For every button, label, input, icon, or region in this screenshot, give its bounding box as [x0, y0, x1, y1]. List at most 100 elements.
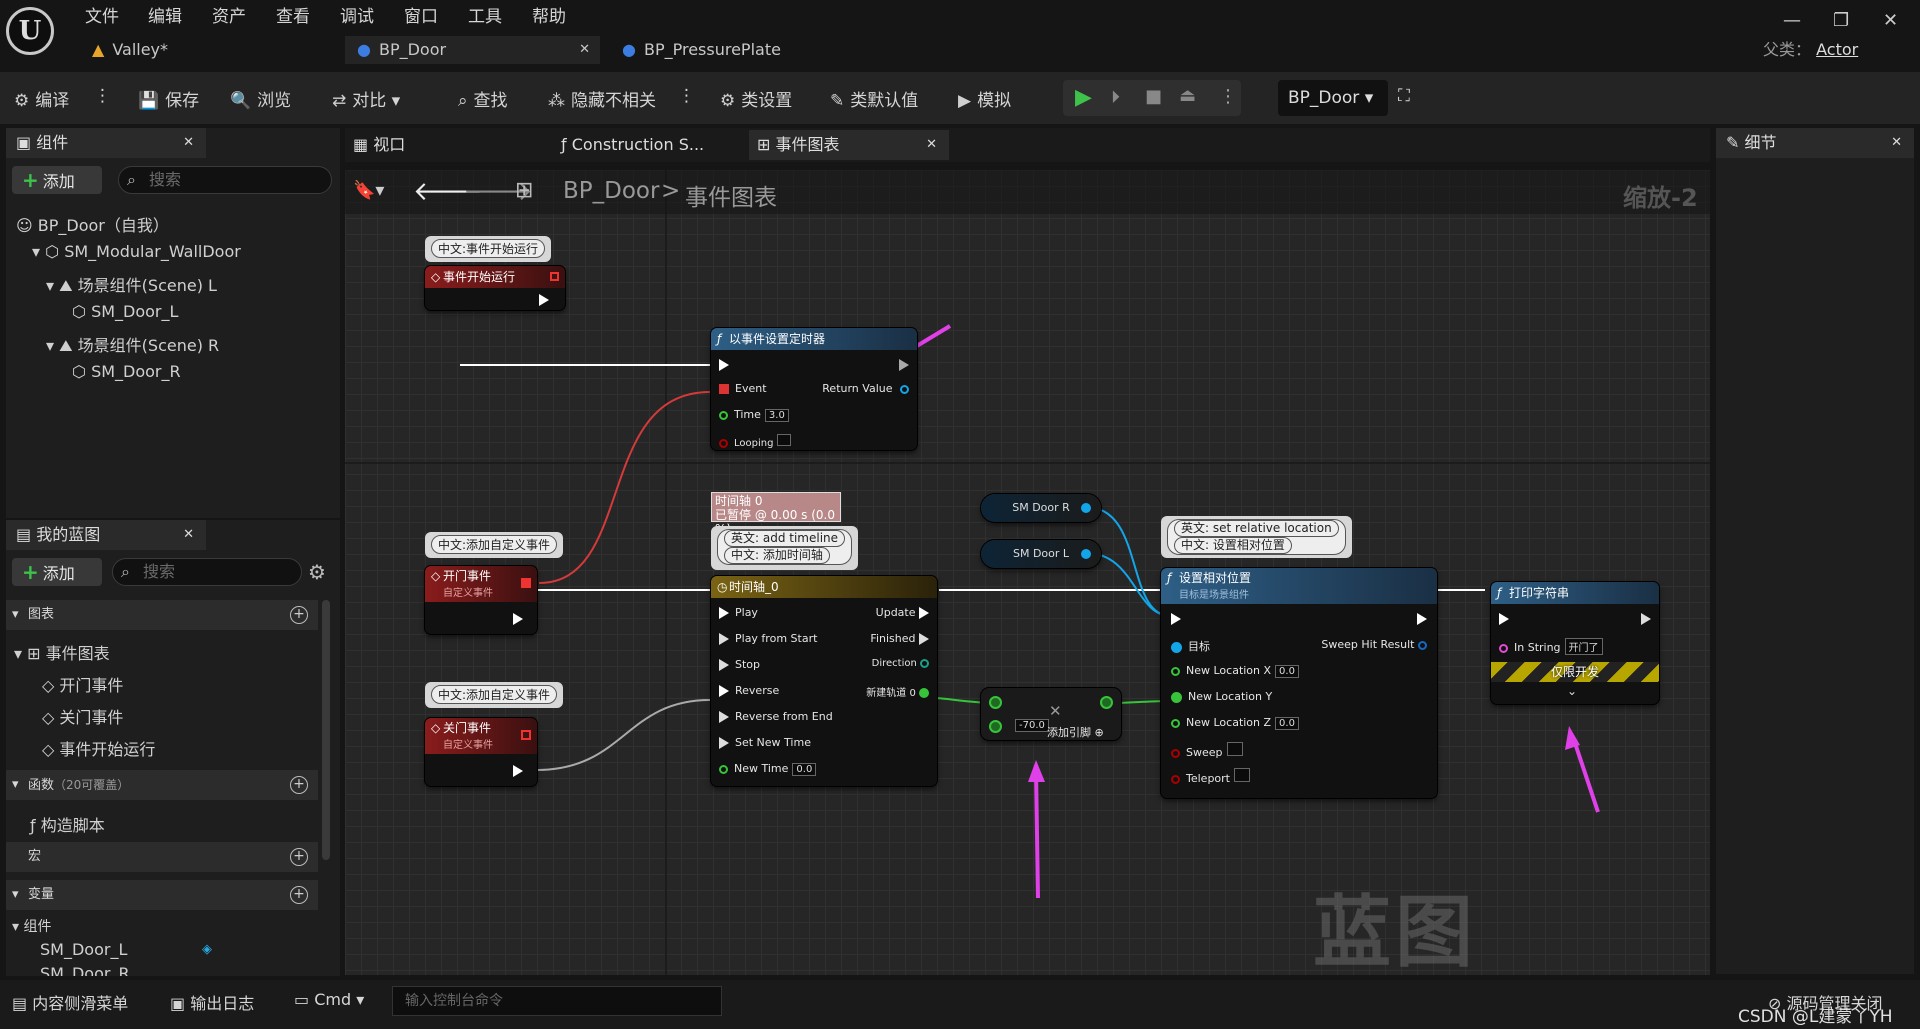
tree-item[interactable]: ▾ ⛰ 场景组件(Scene) L	[46, 272, 217, 296]
debug-filter-icon[interactable]: ⛶	[1398, 86, 1410, 106]
content-drawer-button[interactable]: ▤ 内容侧滑菜单	[12, 990, 128, 1014]
node-add[interactable]: -70.0 ✕ 添加引脚 ⊕	[981, 688, 1121, 740]
variables-section-header[interactable]: ▾ 变量 +	[6, 880, 318, 910]
browse-button[interactable]: 🔍 浏览	[230, 86, 291, 111]
my-blueprint-tab[interactable]: ▤ 我的蓝图 ✕	[6, 520, 206, 550]
comment-bubble[interactable]: 中文:事件开始运行	[425, 236, 552, 262]
track-pin[interactable]: 新建轨道 0	[866, 684, 929, 699]
blueprint-search-input[interactable]: ⌕ 搜索	[112, 558, 302, 586]
location-y-pin[interactable]: New Location Y	[1171, 690, 1272, 703]
sweep-pin[interactable]: Sweep	[1171, 742, 1243, 759]
diff-button[interactable]: ⇄ 对比 ▾	[332, 86, 400, 111]
node-set-relative-location[interactable]: ƒ 设置相对位置 目标是场景组件 目标 Sweep Hit Result New…	[1161, 568, 1437, 798]
exec-out-pin[interactable]	[539, 293, 555, 306]
vector-in-pin[interactable]	[989, 720, 1002, 733]
close-window-icon[interactable]: ✕	[1883, 10, 1898, 31]
vector-out-pin[interactable]	[1100, 696, 1113, 709]
target-pin[interactable]: 目标	[1171, 638, 1210, 654]
tab-viewport[interactable]: ▦ 视口	[345, 130, 535, 160]
set-new-time-pin[interactable]: Set New Time	[719, 736, 811, 749]
components-tab[interactable]: ▣ 组件 ✕	[6, 128, 206, 158]
tree-item-root[interactable]: ☺ BP_Door（自我）	[16, 212, 169, 236]
event-item-beginplay[interactable]: ◇ 事件开始运行	[42, 736, 155, 760]
exec-out-pin[interactable]	[513, 764, 529, 777]
tree-item[interactable]: ⬡ SM_Door_L	[72, 302, 178, 321]
tab-bp-door[interactable]: ● BP_Door ✕	[345, 36, 600, 64]
minimize-icon[interactable]: —	[1783, 10, 1801, 31]
tree-item[interactable]: ▾ ⬡ SM_Modular_WallDoor	[32, 242, 241, 261]
node-timeline[interactable]: ◷ 时间轴_0 Play Play from Start Stop Revers…	[711, 576, 937, 786]
unreal-logo-icon[interactable]: U	[6, 7, 54, 55]
vector-in-pin[interactable]	[989, 696, 1002, 709]
node-print-string[interactable]: ƒ 打印字符串 In String 开门了 仅限开发 ⌄	[1491, 582, 1659, 704]
comment-bubble[interactable]: 中文:添加自定义事件	[425, 682, 564, 708]
node-custom-event-close[interactable]: ◇ 关门事件 自定义事件	[425, 718, 537, 786]
tab-valley[interactable]: ▲ Valley*	[92, 36, 332, 64]
return-value-pin[interactable]: Return Value	[822, 382, 909, 395]
menu-asset[interactable]: 资产	[212, 2, 246, 27]
finished-pin[interactable]: Finished	[870, 632, 929, 645]
menu-tools[interactable]: 工具	[468, 2, 502, 27]
step-icon[interactable]: ⏵	[1111, 87, 1120, 108]
play-from-start-pin[interactable]: Play from Start	[719, 632, 817, 645]
cmd-select[interactable]: ▭ Cmd ▾	[294, 990, 364, 1009]
update-pin[interactable]: Update	[876, 606, 929, 619]
in-string-pin[interactable]: In String 开门了	[1499, 638, 1603, 655]
graphs-section-header[interactable]: ▾ 图表 +	[6, 600, 318, 630]
output-log-button[interactable]: ▣ 输出日志	[170, 990, 254, 1014]
reverse-pin[interactable]: Reverse	[719, 684, 779, 697]
node-custom-event-open[interactable]: ◇ 开门事件 自定义事件	[425, 566, 537, 634]
variable-item[interactable]: SM_Door_R	[40, 964, 130, 976]
close-panel-icon[interactable]: ✕	[183, 128, 194, 158]
console-input[interactable]: 输入控制台命令	[392, 986, 722, 1016]
stop-icon[interactable]: ■	[1145, 86, 1162, 107]
location-z-pin[interactable]: New Location Z 0.0	[1171, 716, 1299, 730]
find-button[interactable]: ⌕ 查找	[458, 86, 508, 111]
compile-options-icon[interactable]: ⋮	[94, 86, 111, 106]
hide-unrelated-button[interactable]: ⁂ 隐藏不相关	[548, 86, 656, 111]
play-icon[interactable]: ▶	[1075, 85, 1092, 110]
save-button[interactable]: 💾 保存	[138, 86, 199, 111]
menu-window[interactable]: 窗口	[404, 2, 438, 27]
node-get-sm-door-r[interactable]: SM Door R	[981, 494, 1101, 522]
construction-script-item[interactable]: ƒ 构造脚本	[30, 812, 105, 836]
event-item-close[interactable]: ◇ 关门事件	[42, 704, 123, 728]
eject-icon[interactable]: ⏏	[1179, 85, 1196, 106]
play-pin[interactable]: Play	[719, 606, 758, 619]
scrollbar[interactable]	[322, 600, 330, 860]
tab-event-graph[interactable]: ⊞ 事件图表 ✕	[749, 130, 949, 160]
add-component-button[interactable]: + 添加	[12, 166, 102, 194]
simulate-button[interactable]: ▶ 模拟	[958, 86, 1011, 111]
menu-help[interactable]: 帮助	[532, 2, 566, 27]
close-tab-icon[interactable]: ✕	[926, 130, 937, 160]
exec-in-pin[interactable]	[1499, 612, 1515, 625]
exec-in-pin[interactable]	[719, 358, 735, 371]
close-panel-icon[interactable]: ✕	[1891, 128, 1902, 158]
settings-gear-icon[interactable]: ⚙	[308, 560, 326, 584]
new-time-pin[interactable]: New Time 0.0	[719, 762, 817, 776]
menu-file[interactable]: 文件	[85, 2, 119, 27]
details-tab[interactable]: ✎ 细节 ✕	[1716, 128, 1914, 158]
object-out-pin[interactable]	[1081, 503, 1091, 513]
exec-out-pin[interactable]	[899, 358, 909, 371]
direction-pin[interactable]: Direction	[872, 658, 929, 669]
stop-pin[interactable]: Stop	[719, 658, 760, 671]
delegate-pin-icon[interactable]	[550, 272, 559, 281]
remove-pin-icon[interactable]: ✕	[1049, 702, 1062, 720]
menu-view[interactable]: 查看	[276, 2, 310, 27]
event-graph-item[interactable]: ▾ ⊞ 事件图表	[14, 640, 110, 664]
add-variable-icon[interactable]: +	[290, 886, 308, 904]
node-event-begin-play[interactable]: ◇ 事件开始运行	[425, 266, 565, 310]
node-get-sm-door-l[interactable]: SM Door L	[981, 540, 1101, 568]
teleport-pin[interactable]: Teleport	[1171, 768, 1250, 785]
exec-in-pin[interactable]	[1171, 612, 1187, 625]
menu-debug[interactable]: 调试	[340, 2, 374, 27]
time-pin[interactable]: Time 3.0	[719, 408, 789, 422]
play-options-icon[interactable]: ⋮	[1219, 86, 1237, 107]
event-graph-canvas[interactable]: 🔖▾ 🡐 🡒 ⊞ BP_Door > 事件图表 缩放-2 中文:事件开始运行 ◇…	[345, 170, 1710, 975]
functions-section-header[interactable]: ▾ 函数（20可覆盖） +	[6, 770, 318, 800]
add-macro-icon[interactable]: +	[290, 848, 308, 866]
restore-icon[interactable]: ❐	[1833, 10, 1849, 31]
macros-section-header[interactable]: 宏 +	[6, 842, 318, 872]
location-x-pin[interactable]: New Location X 0.0	[1171, 664, 1299, 678]
